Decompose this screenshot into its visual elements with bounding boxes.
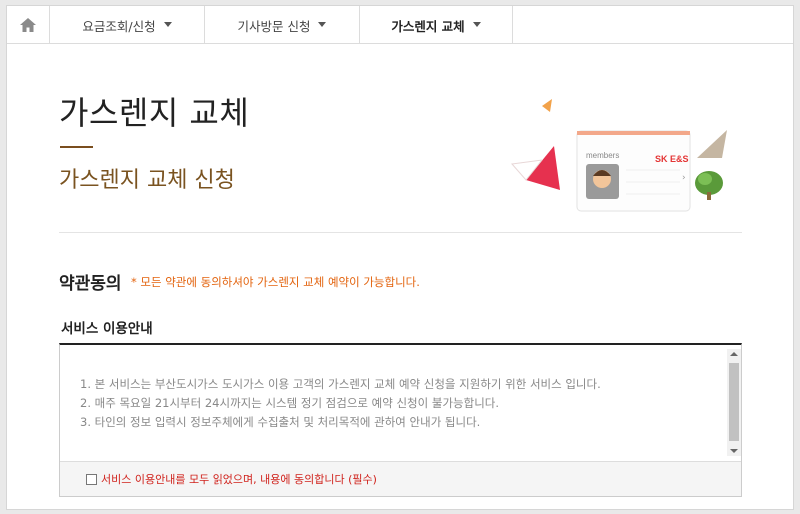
page-frame: 요금조회/신청 기사방문 신청 가스렌지 교체 가스렌지 교체 가스렌지 교체 … — [6, 5, 794, 510]
tree-highlight — [698, 173, 712, 185]
card-top-band — [577, 131, 690, 135]
tab-gas-range-replacement[interactable]: 가스렌지 교체 — [360, 6, 513, 44]
section-divider — [59, 232, 742, 233]
tab-technician-visit[interactable]: 기사방문 신청 — [205, 6, 360, 44]
scroll-up-icon[interactable] — [730, 352, 738, 356]
home-icon — [20, 18, 36, 32]
decor-triangle — [542, 99, 552, 112]
brand-logo: SK E&S — [655, 154, 689, 164]
page-title: 가스렌지 교체 — [59, 94, 250, 132]
home-button[interactable] — [7, 6, 50, 44]
scroll-down-icon[interactable] — [730, 449, 738, 453]
tab-technician-visit-label: 기사방문 신청 — [237, 18, 311, 34]
service-guide-text[interactable]: 1. 본 서비스는 부산도시가스 도시가스 이용 고객의 가스렌지 교체 예약 … — [60, 345, 727, 457]
page-subtitle: 가스렌지 교체 신청 — [59, 168, 235, 193]
decor-triangle — [697, 130, 727, 158]
service-guide-title: 서비스 이용안내 — [61, 321, 153, 337]
chevron-right-icon: › — [682, 173, 686, 183]
members-banner-illustration: members SK E&S › — [511, 99, 727, 212]
chevron-down-icon — [318, 21, 327, 27]
agreement-check-row: 서비스 이용안내를 모두 읽었으며, 내용에 동의합니다 (필수) — [60, 461, 741, 496]
service-guide-line: 1. 본 서비스는 부산도시가스 도시가스 이용 고객의 가스렌지 교체 예약 … — [80, 377, 601, 391]
chevron-down-icon — [472, 21, 481, 27]
agree-checkbox[interactable] — [86, 473, 97, 485]
service-guide-line: 3. 타인의 정보 입력시 정보주체에게 수집출처 및 처리목적에 관하여 안내… — [80, 415, 481, 429]
service-guide-box: 1. 본 서비스는 부산도시가스 도시가스 이용 고객의 가스렌지 교체 예약 … — [59, 343, 742, 497]
tab-billing-label: 요금조회/신청 — [82, 18, 156, 34]
agreement-note: * 모든 약관에 동의하셔야 가스렌지 교체 예약이 가능합니다. — [131, 275, 420, 289]
agreement-title: 약관동의 — [59, 274, 122, 294]
service-guide-line: 2. 매주 목요일 21시부터 24시까지는 시스템 정기 점검으로 예약 신청… — [80, 396, 500, 410]
tab-gas-range-replacement-label: 가스렌지 교체 — [391, 18, 465, 34]
decor-triangle — [526, 146, 560, 190]
agree-checkbox-label[interactable]: 서비스 이용안내를 모두 읽었으며, 내용에 동의합니다 (필수) — [101, 471, 377, 487]
card-label: members — [586, 151, 619, 160]
tab-billing[interactable]: 요금조회/신청 — [50, 6, 205, 44]
scrollbar-thumb[interactable] — [729, 363, 739, 441]
tree-trunk — [707, 192, 711, 200]
chevron-down-icon — [163, 21, 172, 27]
top-navigation: 요금조회/신청 기사방문 신청 가스렌지 교체 — [7, 6, 793, 44]
title-divider — [60, 146, 93, 148]
scrollbar[interactable] — [727, 349, 741, 456]
